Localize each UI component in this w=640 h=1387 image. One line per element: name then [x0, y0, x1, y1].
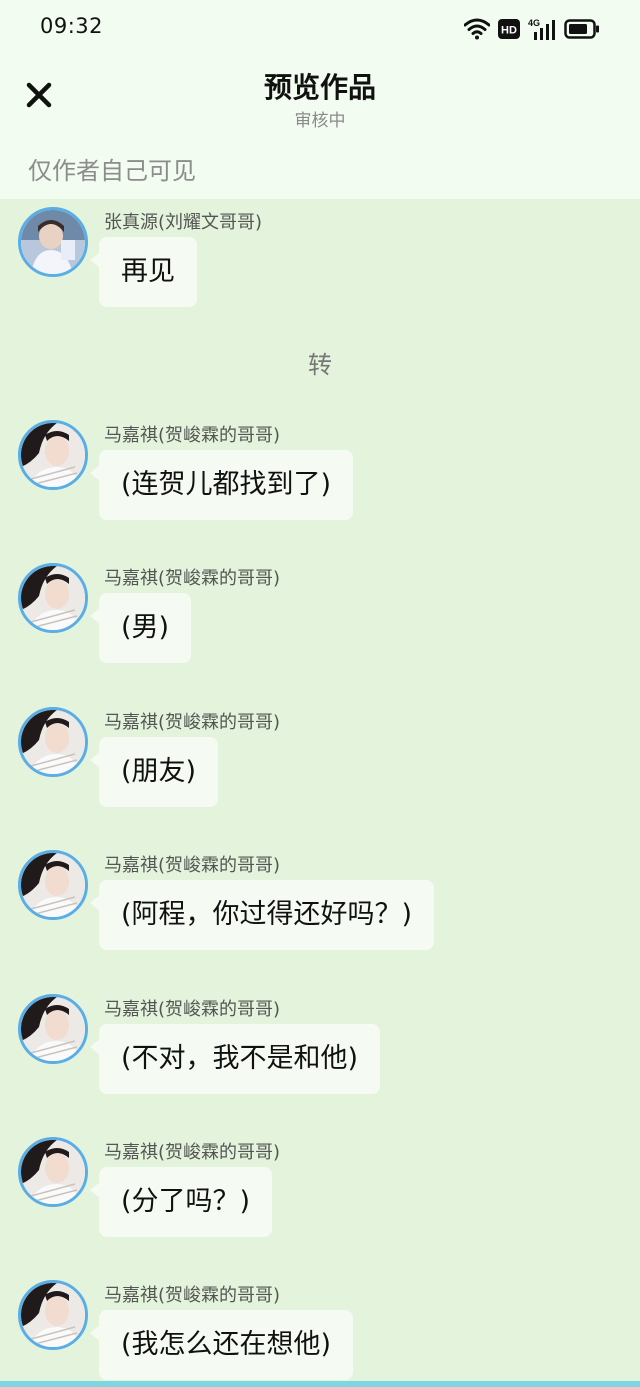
sender-name: 马嘉祺(贺峻霖的哥哥) — [104, 712, 281, 733]
message-bubble[interactable]: (我怎么还在想他) — [89, 1310, 354, 1380]
message-bubble[interactable]: (朋友) — [89, 737, 219, 807]
avatar[interactable] — [18, 207, 88, 277]
bottom-strip — [0, 1381, 640, 1387]
review-status: 审核中 — [294, 111, 346, 131]
avatar[interactable] — [18, 1137, 88, 1207]
sender-name: 张真源(刘耀文哥哥) — [104, 212, 263, 233]
sender-name: 马嘉祺(贺峻霖的哥哥) — [104, 999, 281, 1020]
chat-message: 张真源(刘耀文哥哥) 再见 — [0, 204, 640, 314]
chat-message: 马嘉祺(贺峻霖的哥哥) (不对，我不是和他) — [0, 991, 640, 1101]
navigation-bar: 预览作品 审核中 — [0, 56, 640, 140]
message-bubble[interactable]: (分了吗？) — [89, 1167, 273, 1237]
hd-label: HD — [501, 25, 517, 37]
message-bubble[interactable]: (阿程，你过得还好吗？) — [89, 880, 435, 950]
wifi-icon — [464, 18, 490, 40]
message-bubble[interactable]: (连贺儿都找到了) — [89, 450, 354, 520]
message-bubble[interactable]: 再见 — [90, 237, 197, 307]
sender-name: 马嘉祺(贺峻霖的哥哥) — [104, 1142, 281, 1163]
avatar[interactable] — [18, 850, 88, 920]
network-label: 4G — [528, 18, 540, 28]
visibility-note: 仅作者自己可见 — [28, 157, 196, 185]
status-icons: HD 4G — [464, 16, 600, 42]
message-bubble[interactable]: (不对，我不是和他) — [89, 1024, 381, 1094]
avatar[interactable] — [18, 707, 88, 777]
chat-message: 马嘉祺(贺峻霖的哥哥) (连贺儿都找到了) — [0, 417, 640, 527]
status-time: 09:32 — [40, 14, 104, 38]
chat-message: 马嘉祺(贺峻霖的哥哥) (分了吗？) — [0, 1134, 640, 1244]
status-bar: 09:32 HD 4G — [0, 0, 640, 56]
sender-name: 马嘉祺(贺峻霖的哥哥) — [104, 568, 281, 589]
avatar[interactable] — [18, 994, 88, 1064]
sender-name: 马嘉祺(贺峻霖的哥哥) — [104, 425, 281, 446]
page-title: 预览作品 — [263, 71, 376, 104]
sender-name: 马嘉祺(贺峻霖的哥哥) — [104, 855, 281, 876]
cellular-signal-icon: 4G — [528, 18, 556, 40]
message-bubble[interactable]: (男) — [89, 593, 192, 663]
avatar[interactable] — [18, 1280, 88, 1350]
sender-name: 马嘉祺(贺峻霖的哥哥) — [104, 1285, 281, 1306]
battery-icon — [564, 19, 600, 39]
avatar[interactable] — [18, 420, 88, 490]
avatar[interactable] — [18, 563, 88, 633]
header-area: 09:32 HD 4G 预览作品 审核中 仅作者自己可见 — [0, 0, 640, 199]
chat-message: 马嘉祺(贺峻霖的哥哥) (我怎么还在想他) — [0, 1277, 640, 1387]
system-message: 转 — [308, 351, 332, 379]
chat-message: 马嘉祺(贺峻霖的哥哥) (男) — [0, 560, 640, 670]
hd-icon: HD — [498, 19, 520, 39]
chat-message: 马嘉祺(贺峻霖的哥哥) (阿程，你过得还好吗？) — [0, 847, 640, 957]
chat-message: 马嘉祺(贺峻霖的哥哥) (朋友) — [0, 704, 640, 814]
